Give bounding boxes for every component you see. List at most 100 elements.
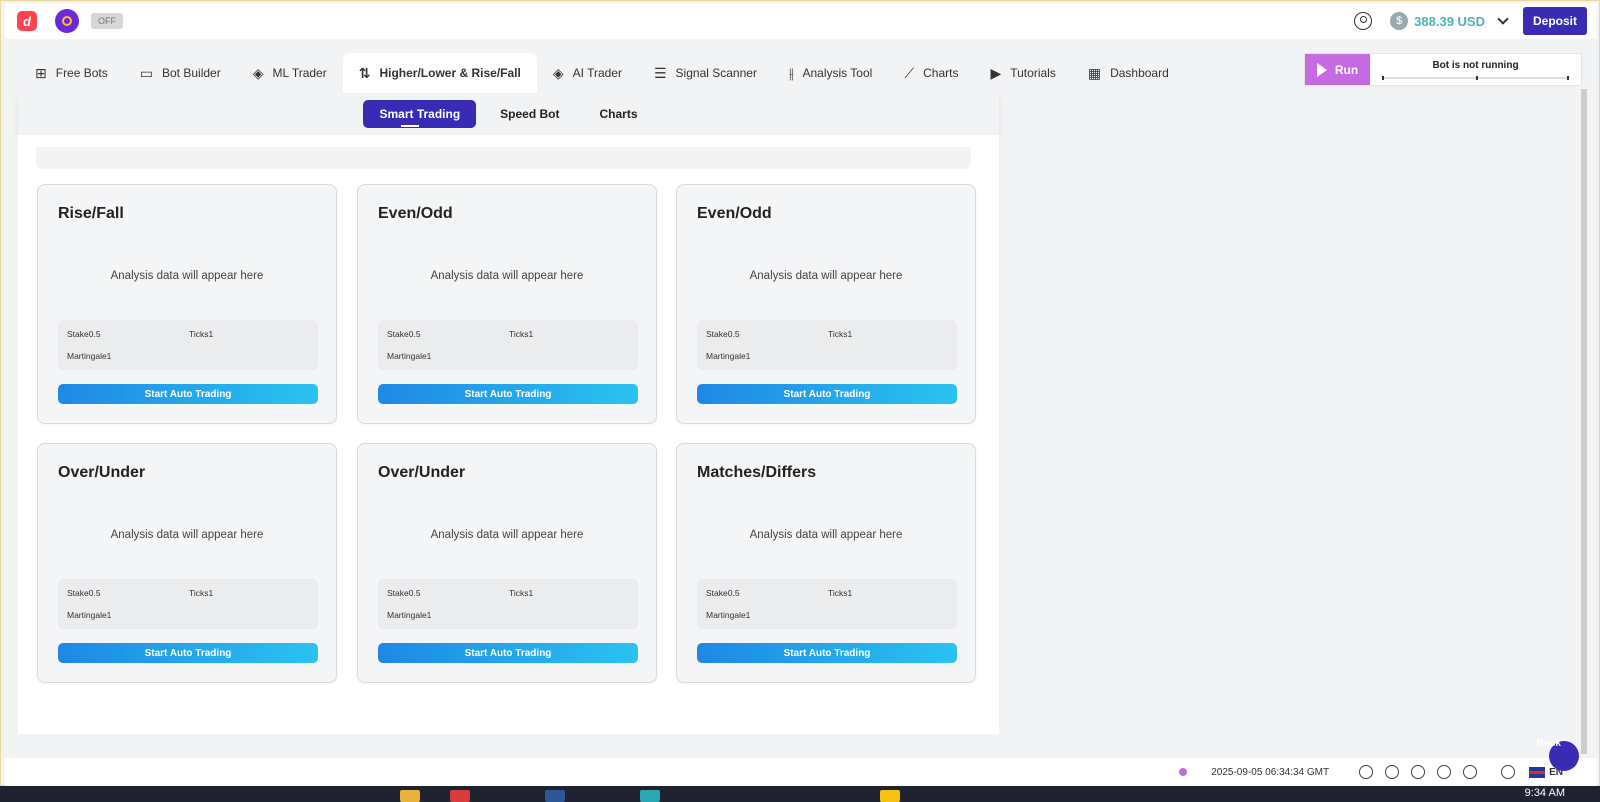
- card-params: Stake0.5 Ticks1 Martingale1: [697, 579, 957, 629]
- tab-charts[interactable]: ⟋ Charts: [888, 53, 974, 93]
- layers-bot-icon: ◈: [252, 64, 264, 81]
- list-icon: ☰: [653, 64, 667, 81]
- header: d OFF $ 388.39 USD Deposit: [5, 3, 1597, 39]
- footer: 2025-09-05 06:34:34 GMT EN: [5, 758, 1597, 786]
- top-strip: [36, 147, 971, 169]
- theme-sun-icon[interactable]: [1463, 765, 1478, 779]
- subtab-speed-bot[interactable]: Speed Bot: [484, 100, 575, 128]
- card-params: Stake0.5 Ticks1 Martingale1: [58, 320, 318, 370]
- app-window: d OFF $ 388.39 USD Deposit ⊞ Free Bots ▭ B…: [0, 0, 1600, 786]
- start-auto-trading-button[interactable]: Start Auto Trading: [697, 384, 957, 404]
- progress-tick: [1475, 76, 1478, 80]
- browser-icon[interactable]: [640, 790, 660, 802]
- tab-label: Tutorials: [1010, 66, 1056, 80]
- whatsapp-icon[interactable]: [1359, 765, 1374, 779]
- card-title: Matches/Differs: [697, 464, 817, 481]
- play-icon: [1316, 62, 1327, 77]
- off-toggle[interactable]: OFF: [91, 13, 123, 29]
- martingale-value: Martingale1: [706, 351, 751, 361]
- right-panel: [999, 93, 1581, 758]
- martingale-value: Martingale1: [706, 610, 751, 620]
- chevron-down-icon[interactable]: [1497, 13, 1509, 25]
- tab-higher-lower-rise-fall[interactable]: ⇅ Higher/Lower & Rise/Fall: [342, 53, 537, 93]
- os-taskbar: 9:34 AM: [0, 786, 1600, 802]
- server-time: 2025-09-05 06:34:34 GMT: [1211, 766, 1330, 778]
- subtab-smart-trading[interactable]: Smart Trading: [363, 100, 477, 128]
- scrollbar[interactable]: [1581, 89, 1587, 754]
- card-title: Even/Odd: [378, 205, 453, 222]
- card-placeholder: Analysis data will appear here: [430, 529, 584, 541]
- run-panel: Run Bot is not running: [1304, 53, 1582, 86]
- stake-value: Stake0.5: [706, 588, 740, 598]
- folder-icon[interactable]: [400, 790, 420, 802]
- card-placeholder: Analysis data will appear here: [110, 270, 264, 282]
- tab-label: Bot Builder: [162, 66, 221, 80]
- subtab-charts[interactable]: Charts: [584, 100, 654, 128]
- dashboard-icon: ▦: [1087, 64, 1102, 81]
- ticks-value: Ticks1: [828, 588, 853, 598]
- start-auto-trading-button[interactable]: Start Auto Trading: [697, 643, 957, 663]
- stake-value: Stake0.5: [387, 588, 421, 598]
- bot-status-text: Bot is not running: [1432, 60, 1519, 71]
- run-button[interactable]: Run: [1305, 54, 1370, 85]
- tab-label: Charts: [923, 66, 959, 80]
- taskbar-clock: 9:34 AM: [1524, 787, 1565, 799]
- card-placeholder: Analysis data will appear here: [749, 270, 903, 282]
- stake-value: Stake0.5: [706, 329, 740, 339]
- brand-badge-icon[interactable]: [55, 9, 79, 33]
- trade-card: Over/Under Analysis data will appear her…: [357, 443, 657, 683]
- tab-label: Dashboard: [1110, 66, 1169, 80]
- trading-cards-area: Rise/Fall Analysis data will appear here…: [18, 135, 999, 734]
- status-progress: [1382, 76, 1569, 80]
- ticks-value: Ticks1: [189, 329, 214, 339]
- connection-status-icon: [1179, 768, 1188, 776]
- uk-flag-icon[interactable]: [1529, 766, 1546, 778]
- tab-analysis-tool[interactable]: ⫲ Analysis Tool: [773, 53, 888, 93]
- tab-dashboard[interactable]: ▦ Dashboard: [1072, 53, 1185, 93]
- tab-label: ML Trader: [272, 66, 327, 80]
- tab-free-bots[interactable]: ⊞ Free Bots: [19, 53, 124, 93]
- user-account-icon[interactable]: [1354, 12, 1373, 30]
- back-label[interactable]: Back: [1537, 737, 1577, 750]
- tab-bot-builder[interactable]: ▭ Bot Builder: [124, 53, 237, 93]
- speedometer-icon[interactable]: [1437, 765, 1452, 779]
- progress-tick: [1382, 76, 1384, 80]
- card-title: Over/Under: [378, 464, 466, 481]
- ticks-value: Ticks1: [509, 588, 534, 598]
- tab-ai-trader[interactable]: ◈ AI Trader: [537, 53, 638, 93]
- progress-tick: [1567, 76, 1569, 80]
- stake-value: Stake0.5: [387, 329, 421, 339]
- card-title: Even/Odd: [697, 205, 772, 222]
- martingale-value: Martingale1: [67, 351, 112, 361]
- line-chart-icon: ⟋: [904, 64, 915, 81]
- trade-card: Over/Under Analysis data will appear her…: [37, 443, 337, 683]
- card-title: Rise/Fall: [58, 205, 124, 222]
- shield-icon[interactable]: [1411, 765, 1426, 779]
- account-balance[interactable]: 388.39 USD: [1414, 14, 1485, 29]
- tab-ml-trader[interactable]: ◈ ML Trader: [237, 53, 343, 93]
- layers-icon: ◈: [552, 64, 564, 81]
- app-icon[interactable]: [450, 790, 470, 802]
- deposit-button[interactable]: Deposit: [1522, 7, 1587, 35]
- trade-card: Rise/Fall Analysis data will appear here…: [37, 184, 337, 424]
- tab-signal-scanner[interactable]: ☰ Signal Scanner: [638, 53, 773, 93]
- trade-card: Even/Odd Analysis data will appear here …: [357, 184, 657, 424]
- help-icon[interactable]: [1501, 765, 1516, 779]
- martingale-value: Martingale1: [387, 351, 432, 361]
- tab-label: Analysis Tool: [802, 66, 873, 80]
- tab-tutorials[interactable]: ▶ Tutorials: [974, 53, 1071, 93]
- sub-tabs: Smart Trading Speed Bot Charts: [18, 93, 999, 135]
- trade-card: Matches/Differs Analysis data will appea…: [676, 443, 976, 683]
- card-placeholder: Analysis data will appear here: [749, 529, 903, 541]
- start-auto-trading-button[interactable]: Start Auto Trading: [378, 643, 638, 663]
- tab-label: Signal Scanner: [675, 66, 757, 80]
- start-auto-trading-button[interactable]: Start Auto Trading: [58, 384, 318, 404]
- telegram-icon[interactable]: [1385, 765, 1400, 779]
- start-auto-trading-button[interactable]: Start Auto Trading: [58, 643, 318, 663]
- martingale-value: Martingale1: [67, 610, 112, 620]
- play-icon: ▶: [990, 64, 1002, 81]
- start-auto-trading-button[interactable]: Start Auto Trading: [378, 384, 638, 404]
- word-icon[interactable]: [545, 790, 565, 802]
- deriv-logo-icon[interactable]: d: [17, 11, 37, 31]
- notes-icon[interactable]: [880, 790, 900, 802]
